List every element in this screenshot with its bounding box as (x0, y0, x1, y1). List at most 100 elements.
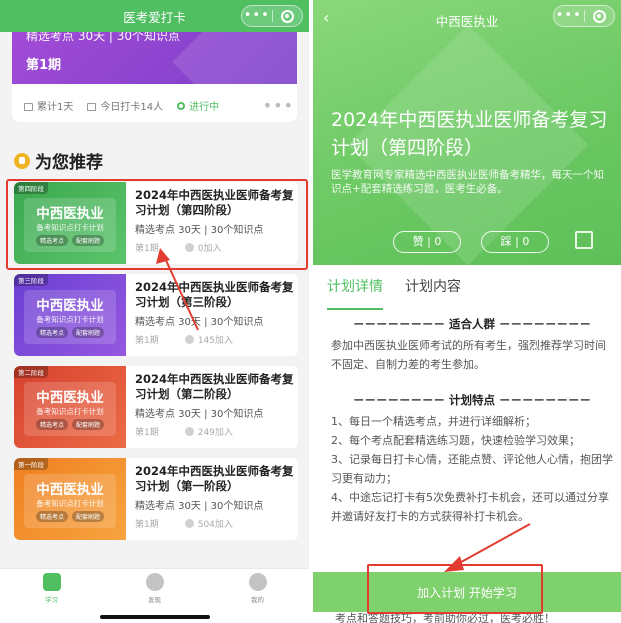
thumbnail-tag: 精选考点 (35, 511, 68, 522)
thumbnail-tags: 精选考点 配套刷题 (14, 419, 126, 430)
home-indicator (100, 615, 210, 619)
current-plan-period: 第1期 (26, 58, 62, 73)
checkin-icon (87, 103, 97, 111)
calendar-icon (24, 103, 33, 111)
audience-section-title: －－－－－－－－ 适合人群 －－－－－－－－ (352, 317, 591, 331)
plan-name: 2024年中西医执业医师备考复习计划（第二阶段） (135, 372, 294, 401)
thumbnail-subtitle: 备考知识点打卡计划 (36, 407, 104, 416)
thumbnail-tag: 配套刷题 (72, 511, 105, 522)
audience-text: 参加中西医执业医师考试的所有考生，强烈推荐学习时间不固定、自制力差的考生参加。 (331, 339, 606, 371)
plan-footer: 第1期 249加入 (135, 425, 298, 438)
close-target-icon[interactable] (585, 9, 615, 23)
close-target-icon[interactable] (273, 9, 303, 23)
thumbnail-subtitle: 备考知识点打卡计划 (36, 315, 104, 324)
detail-tabs: 计划详情 计划内容 (313, 276, 621, 310)
user-icon (248, 573, 267, 591)
thumbnail-title: 中西医执业 (36, 390, 104, 406)
person-icon (184, 519, 194, 528)
more-menu-icon[interactable]: ••• (242, 6, 272, 26)
plan-card[interactable]: 第二阶段 中西医执业 备考知识点打卡计划 精选考点 配套刷题 2024年中西医执… (14, 366, 298, 448)
compass-icon (145, 573, 164, 591)
current-plan-banner: 精选考点 30天 | 30个知识点 第1期 (12, 32, 297, 84)
recommend-section-title: 为您推荐 (14, 148, 103, 173)
plan-thumbnail: 第一阶段 中西医执业 备考知识点打卡计划 精选考点 配套刷题 (14, 458, 126, 540)
recommend-title: 为您推荐 (35, 153, 103, 173)
plan-meta: 精选考点 30天 | 30个知识点 (135, 317, 264, 328)
thumbnail-tag: 精选考点 (35, 327, 68, 338)
person-icon (184, 427, 194, 436)
tab-study[interactable]: 学习 (0, 569, 103, 623)
total-days-stat: 累计1天 (24, 98, 73, 113)
plan-meta: 精选考点 30天 | 30个知识点 (135, 501, 264, 512)
plan-period: 第1期 (135, 520, 159, 530)
feature-item: 4、中途忘记打卡有5次免费补打卡机会，还可以通过分享并邀请好友打卡的方式获得补打… (331, 491, 609, 523)
tab-plan-content[interactable]: 计划内容 (405, 276, 461, 308)
plan-info: 2024年中西医执业医师备考复习计划（第二阶段） 精选考点 30天 | 30个知… (126, 366, 298, 448)
thumbnail-tags: 精选考点 配套刷题 (14, 327, 126, 338)
thumbnail-tag: 配套刷题 (72, 327, 105, 338)
stage-label: 第三阶段 (14, 274, 48, 286)
stage-label: 第一阶段 (14, 458, 48, 470)
plan-thumbnail: 第二阶段 中西医执业 备考知识点打卡计划 精选考点 配套刷题 (14, 366, 126, 448)
annotation-highlight-box (367, 564, 543, 614)
miniprogram-capsule[interactable]: ••• (553, 5, 615, 27)
right-screen: ‹ 中西医执业 ••• 2024年中西医执业医师备考复习计划（第四阶段） 医学教… (313, 0, 621, 623)
plan-detail-body: －－－－－－－－ 适合人群 －－－－－－－－ 参加中西医执业医师考试的所有考生，… (331, 314, 613, 526)
plan-card[interactable]: 第三阶段 中西医执业 备考知识点打卡计划 精选考点 配套刷题 2024年中西医执… (14, 274, 298, 356)
feature-item: 2、每个考点配套精选练习题，快速检验学习效果； (331, 434, 580, 447)
plan-footer: 第1期 504加入 (135, 517, 298, 530)
more-options-icon[interactable]: ••• (263, 96, 294, 115)
tab-discover-label: 发现 (148, 596, 161, 604)
plan-period: 第1期 (135, 428, 159, 438)
tab-mine-label: 我的 (251, 596, 264, 604)
plan-hero: ‹ 中西医执业 ••• 2024年中西医执业医师备考复习计划（第四阶段） 医学教… (313, 0, 621, 265)
dislike-button[interactable]: 踩 | 0 (481, 231, 549, 253)
feature-item: 1、每日一个精选考点，并进行详细解析； (331, 415, 536, 428)
current-plan-subtitle: 精选考点 30天 | 30个知识点 (26, 32, 181, 43)
nav-bar: 医考爱打卡 ••• (0, 0, 309, 32)
plan-name: 2024年中西医执业医师备考复习计划（第三阶段） (135, 280, 294, 309)
like-button[interactable]: 赞 | 0 (393, 231, 461, 253)
miniprogram-capsule[interactable]: ••• (241, 5, 303, 27)
plan-heading: 2024年中西医执业医师备考复习计划（第四阶段） (331, 109, 608, 159)
status-label: 进行中 (189, 102, 220, 113)
status-dot-icon (177, 101, 186, 110)
plan-joined: 504加入 (197, 520, 233, 530)
plan-meta: 精选考点 30天 | 30个知识点 (135, 409, 264, 420)
stage-label: 第二阶段 (14, 366, 48, 378)
person-icon (184, 335, 194, 344)
plan-info: 2024年中西医执业医师备考复习计划（第三阶段） 精选考点 30天 | 30个知… (126, 274, 298, 356)
total-days-label: 累计1天 (37, 102, 74, 113)
thumbnail-tag: 配套刷题 (72, 419, 105, 430)
thumbnail-tag: 精选考点 (35, 419, 68, 430)
plan-info: 2024年中西医执业医师备考复习计划（第一阶段） 精选考点 30天 | 30个知… (126, 458, 298, 540)
tab-mine[interactable]: 我的 (206, 569, 309, 623)
more-menu-icon[interactable]: ••• (554, 6, 584, 26)
current-plan-stats: 累计1天 今日打卡14人 进行中 ••• (24, 96, 294, 115)
plan-joined: 145加入 (197, 336, 233, 346)
today-checkin-label: 今日打卡14人 (100, 102, 164, 113)
thumbnail-title: 中西医执业 (36, 298, 104, 314)
annotation-highlight-box (6, 179, 308, 270)
today-checkin-stat: 今日打卡14人 (87, 98, 163, 113)
current-plan-card[interactable]: 精选考点 30天 | 30个知识点 第1期 累计1天 今日打卡14人 进行中 •… (12, 32, 297, 122)
share-icon[interactable] (575, 231, 593, 249)
plan-name: 2024年中西医执业医师备考复习计划（第一阶段） (135, 464, 294, 493)
tab-plan-detail[interactable]: 计划详情 (327, 276, 383, 310)
plan-thumbnail: 第三阶段 中西医执业 备考知识点打卡计划 精选考点 配套刷题 (14, 274, 126, 356)
nav-title: 医考爱打卡 (123, 9, 186, 25)
feature-item: 3、记录每日打卡心情，还能点赞、评论他人心情，抱团学习更有动力； (331, 453, 613, 485)
plan-footer: 第1期 145加入 (135, 333, 298, 346)
thumbnail-title: 中西医执业 (36, 482, 104, 498)
book-icon (42, 573, 61, 591)
plan-period: 第1期 (135, 336, 159, 346)
status-badge: 进行中 (177, 98, 219, 113)
plan-description: 医学教育网专家精选中西医执业医师备考精华，每天一个知识点+配套精选练习题，医考生… (331, 169, 604, 195)
plan-joined: 249加入 (197, 428, 233, 438)
recommend-badge-icon (14, 152, 30, 169)
thumbnail-tags: 精选考点 配套刷题 (14, 511, 126, 522)
features-section-title: －－－－－－－－ 计划特点 －－－－－－－－ (352, 393, 591, 407)
thumbnail-subtitle: 备考知识点打卡计划 (36, 499, 104, 508)
tab-study-label: 学习 (45, 596, 58, 604)
plan-card[interactable]: 第一阶段 中西医执业 备考知识点打卡计划 精选考点 配套刷题 2024年中西医执… (14, 458, 298, 540)
